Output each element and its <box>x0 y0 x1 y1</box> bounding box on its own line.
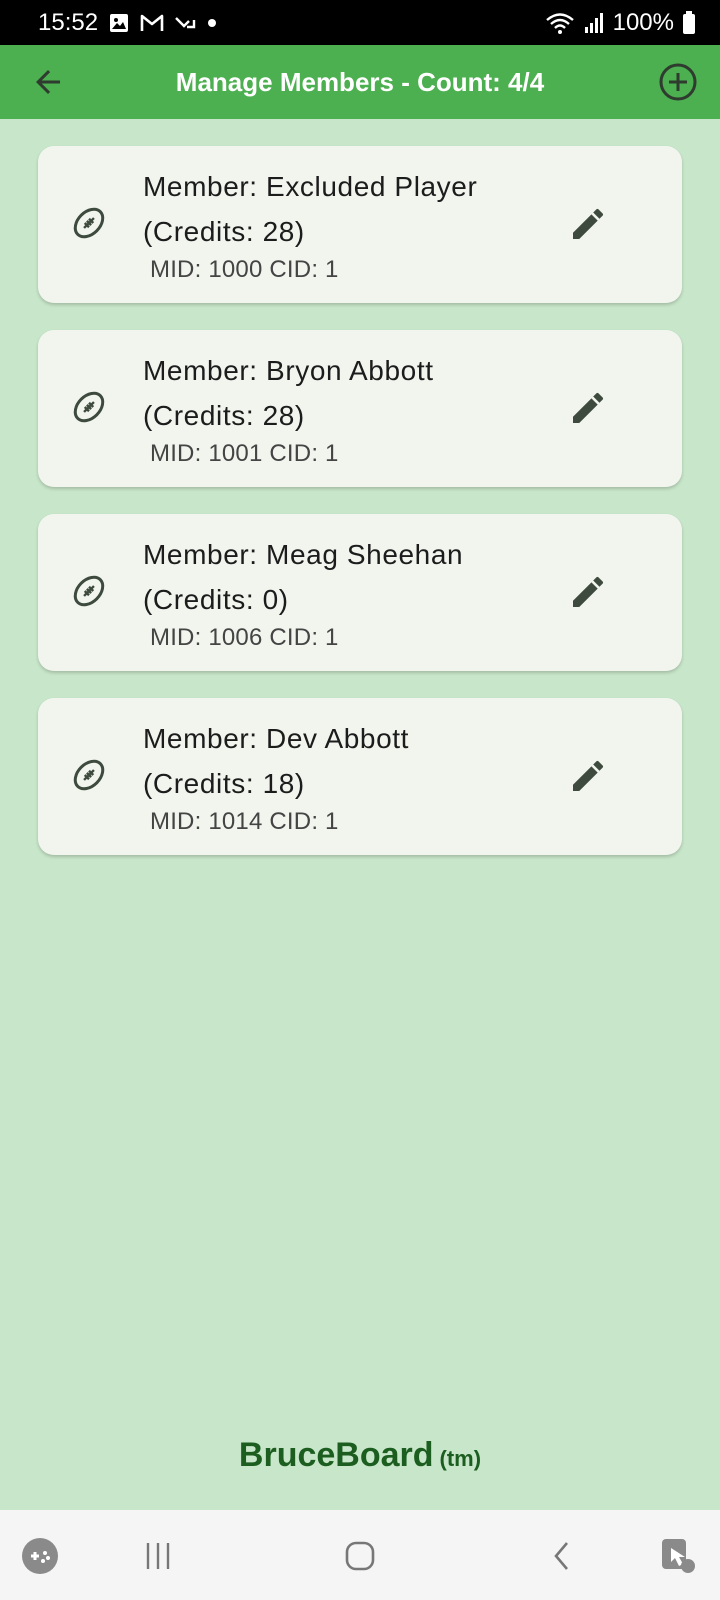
football-icon <box>70 756 108 794</box>
signal-icon <box>583 12 605 34</box>
game-launcher-icon <box>22 1538 58 1574</box>
gallery-icon <box>108 12 130 34</box>
add-circle-icon <box>659 63 697 101</box>
status-right: 100% <box>545 9 696 37</box>
edit-icon <box>573 760 604 791</box>
missed-call-icon <box>174 13 196 33</box>
add-member-button[interactable] <box>658 62 698 102</box>
member-ids: MID: 1000 CID: 1 <box>150 256 339 283</box>
game-launcher-button[interactable] <box>18 1534 62 1578</box>
recent-apps-button[interactable] <box>136 1534 180 1578</box>
status-bar: 15:52 100% <box>0 0 720 45</box>
status-time: 15:52 <box>38 8 99 36</box>
football-icon <box>70 204 108 242</box>
member-name: Member: Bryon Abbott <box>143 355 434 386</box>
member-list: Member: Excluded Player (Credits: 28) MI… <box>38 146 682 882</box>
status-left: 15:52 <box>38 9 218 37</box>
member-credits: (Credits: 28) <box>143 216 305 247</box>
brand-trademark: (tm) <box>439 1446 482 1471</box>
battery-icon <box>682 10 696 35</box>
brand-name: BruceBoard <box>238 1436 434 1474</box>
member-ids: MID: 1006 CID: 1 <box>150 624 339 651</box>
recent-apps-icon <box>146 1543 170 1569</box>
edit-icon <box>573 208 604 239</box>
edit-button[interactable] <box>568 388 608 428</box>
member-credits: (Credits: 18) <box>143 768 305 799</box>
back-nav-button[interactable] <box>540 1534 584 1578</box>
chevron-left-icon <box>554 1542 568 1570</box>
back-button[interactable] <box>30 64 66 100</box>
footer-brand: BruceBoard (tm) <box>0 1436 720 1475</box>
member-card[interactable]: Member: Meag Sheehan (Credits: 0) MID: 1… <box>38 514 682 671</box>
member-credits: (Credits: 28) <box>143 400 305 431</box>
page-title: Manage Members - Count: 4/4 <box>175 66 545 97</box>
member-card[interactable]: Member: Bryon Abbott (Credits: 28) MID: … <box>38 330 682 487</box>
member-ids: MID: 1014 CID: 1 <box>150 808 339 835</box>
system-nav-bar <box>0 1510 720 1600</box>
home-button[interactable] <box>338 1534 382 1578</box>
touch-assist-icon <box>662 1539 695 1573</box>
member-card[interactable]: Member: Excluded Player (Credits: 28) MI… <box>38 146 682 303</box>
member-text: Member: Excluded Player (Credits: 28) MI… <box>143 164 563 284</box>
football-icon <box>70 572 108 610</box>
member-text: Member: Bryon Abbott (Credits: 28) MID: … <box>143 348 563 468</box>
edit-icon <box>573 392 604 423</box>
gmail-icon <box>140 13 164 33</box>
accessibility-button[interactable] <box>656 1534 700 1578</box>
member-name: Member: Excluded Player <box>143 171 478 202</box>
wifi-icon <box>545 11 575 35</box>
member-ids: MID: 1001 CID: 1 <box>150 440 339 467</box>
member-text: Member: Dev Abbott (Credits: 18) MID: 10… <box>143 716 563 836</box>
member-credits: (Credits: 0) <box>143 584 289 615</box>
battery-percent: 100% <box>612 8 674 36</box>
member-name: Member: Meag Sheehan <box>143 539 464 570</box>
edit-icon <box>573 576 604 607</box>
home-icon <box>345 1541 375 1571</box>
edit-button[interactable] <box>568 204 608 244</box>
edit-button[interactable] <box>568 756 608 796</box>
member-name: Member: Dev Abbott <box>143 723 410 754</box>
dot-icon <box>206 17 218 29</box>
arrow-back-icon <box>36 70 60 94</box>
member-card[interactable]: Member: Dev Abbott (Credits: 18) MID: 10… <box>38 698 682 855</box>
football-icon <box>70 388 108 426</box>
edit-button[interactable] <box>568 572 608 612</box>
app-bar: Manage Members - Count: 4/4 <box>0 45 720 119</box>
member-text: Member: Meag Sheehan (Credits: 0) MID: 1… <box>143 532 563 652</box>
